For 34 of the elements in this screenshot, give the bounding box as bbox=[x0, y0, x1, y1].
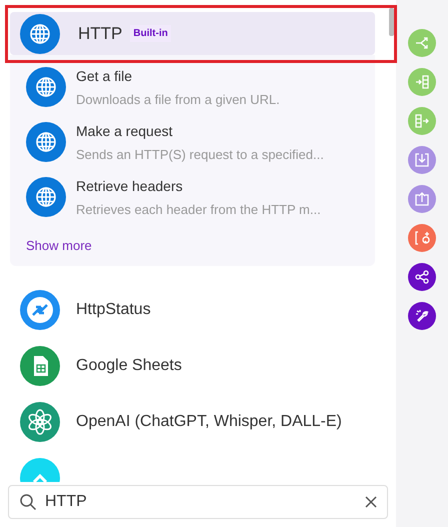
app-name: Google Sheets bbox=[76, 356, 182, 376]
scrollbar-thumb[interactable] bbox=[389, 8, 394, 36]
action-title: Retrieve headers bbox=[76, 177, 184, 195]
action-item[interactable]: Get a file Downloads a file from a given URL. bbox=[26, 61, 359, 116]
import-icon bbox=[414, 152, 430, 168]
tool-button[interactable] bbox=[408, 263, 436, 291]
export-icon bbox=[414, 191, 430, 207]
spreadsheet-icon bbox=[20, 346, 60, 386]
action-title: Get a file bbox=[76, 67, 134, 85]
action-description: Sends an HTTP(S) request to a specified... bbox=[76, 146, 324, 164]
clear-button[interactable] bbox=[365, 496, 377, 508]
arrows-icon bbox=[20, 290, 60, 330]
app-item[interactable]: OpenAI (ChatGPT, Whisper, DALL-E) bbox=[10, 394, 375, 450]
action-description: Downloads a file from a given URL. bbox=[76, 91, 280, 109]
module-header[interactable]: HTTP Built-in bbox=[10, 12, 375, 55]
search-icon bbox=[19, 493, 37, 511]
app-name: HttpStatus bbox=[76, 300, 151, 320]
action-description: Retrieves each header from the HTTP m... bbox=[76, 201, 321, 219]
search-field[interactable]: HTTP bbox=[8, 485, 388, 519]
app-name: OpenAI (ChatGPT, Whisper, DALL-E) bbox=[76, 412, 342, 432]
globe-icon bbox=[26, 67, 66, 107]
share-icon bbox=[414, 269, 430, 285]
search-input[interactable]: HTTP bbox=[45, 490, 357, 514]
built-in-badge: Built-in bbox=[130, 25, 171, 42]
globe-icon bbox=[26, 122, 66, 162]
action-item[interactable]: Retrieve headers Retrieves each header from the HTTP m... bbox=[26, 171, 359, 226]
action-item[interactable]: Make a request Sends an HTTP(S) request to a specified... bbox=[26, 116, 359, 171]
app-item[interactable]: HttpStatus bbox=[10, 282, 375, 338]
globe-icon bbox=[26, 177, 66, 217]
action-title: Make a request bbox=[76, 122, 174, 140]
tool-button[interactable] bbox=[408, 302, 436, 330]
app-item[interactable]: Google Sheets bbox=[10, 338, 375, 394]
module-name: HTTP bbox=[78, 22, 122, 45]
show-more-link[interactable]: Show more bbox=[26, 236, 92, 256]
